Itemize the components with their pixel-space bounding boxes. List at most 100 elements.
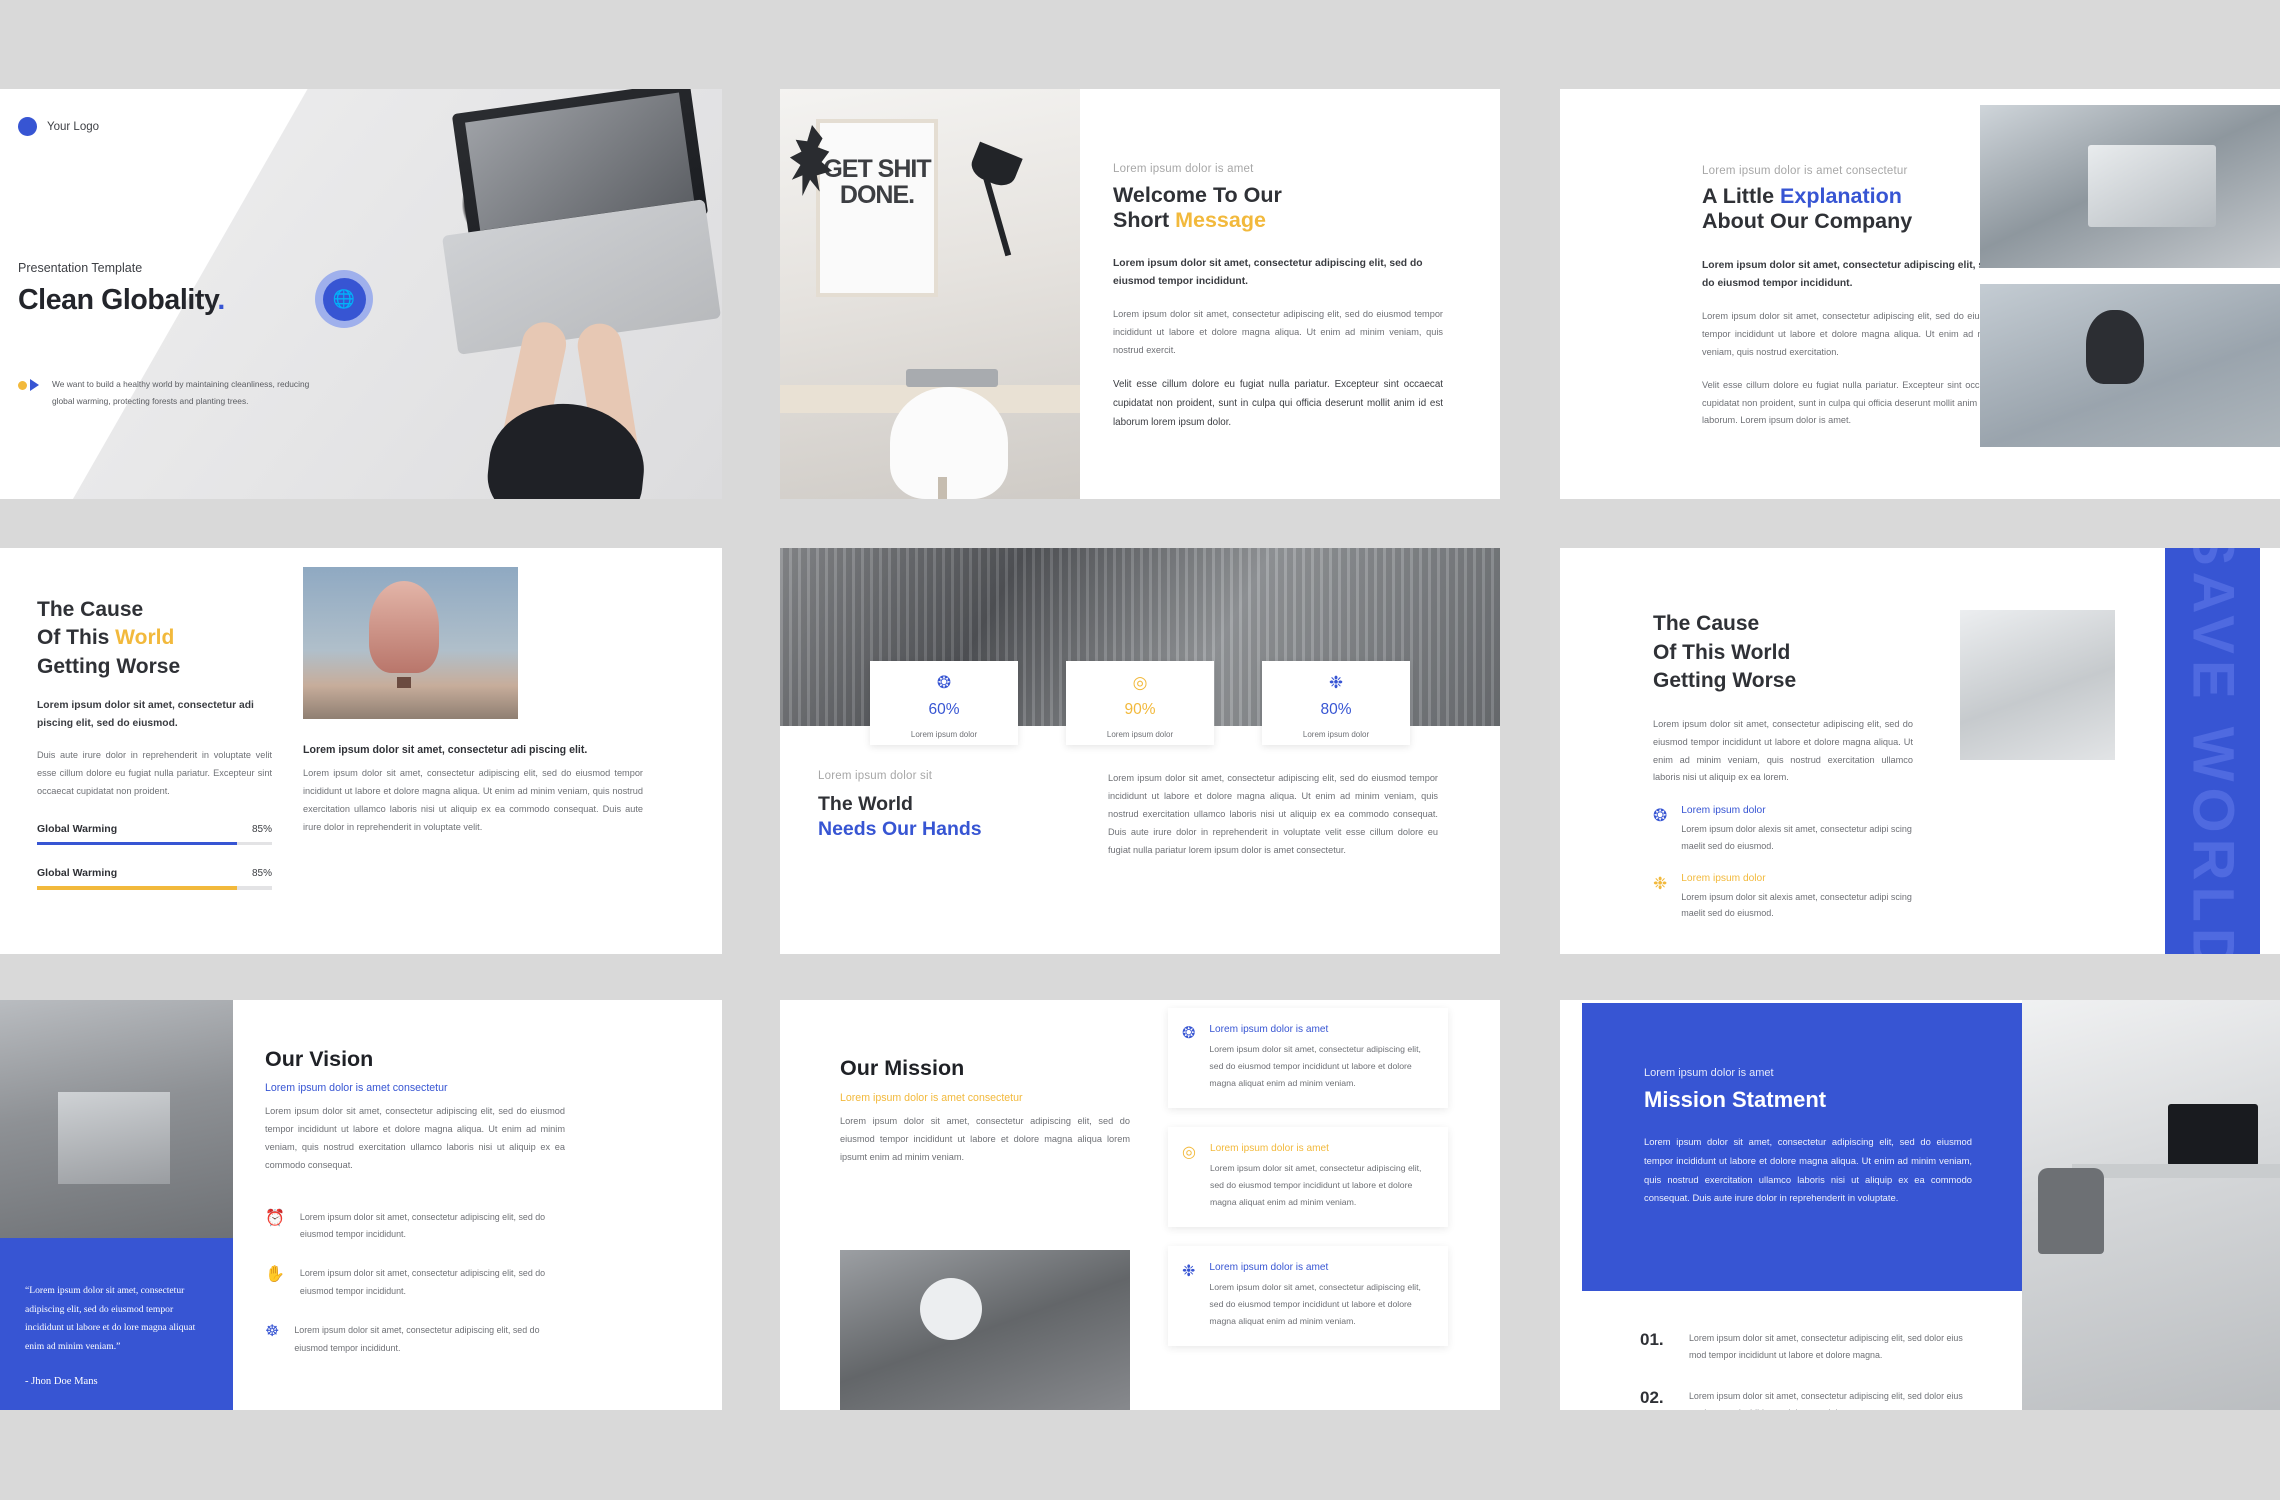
slide4-title-line3: Getting Worse	[37, 654, 181, 678]
slide2-lead: Lorem ipsum dolor sit amet, consectetur …	[1113, 257, 1423, 287]
slide2-title-line1: Welcome To Our	[1113, 183, 1282, 207]
slide-3-explanation[interactable]: Lorem ipsum dolor is amet consectetur A …	[1560, 89, 2280, 499]
group-icon: ☸	[265, 1323, 280, 1341]
progress-fill-2	[37, 886, 237, 890]
slide-2-welcome[interactable]: GET SHIT DONE. Lorem ipsum dolor is amet…	[780, 89, 1500, 499]
slide6-feature-title: Lorem ipsum dolor	[1681, 872, 1766, 884]
slide9-para: Lorem ipsum dolor sit amet, consectetur …	[1644, 1136, 1972, 1204]
slide6-side-text: SAVE WORLD	[2172, 548, 2254, 954]
slide8-left: Our Mission Lorem ipsum dolor is amet co…	[840, 1056, 1130, 1167]
list-text: Lorem ipsum dolor sit amet, consectetur …	[1689, 1390, 1963, 1410]
feature-card[interactable]: ❂ Lorem ipsum dolor is amet Lorem ipsum …	[1168, 1008, 1448, 1108]
slide7-quote-panel: “Lorem ipsum dolor sit amet, consectetur…	[0, 1238, 233, 1410]
slide4-photo-balloon	[303, 567, 518, 719]
slide7-right: Our Vision Lorem ipsum dolor is amet con…	[265, 1047, 565, 1357]
stat-card[interactable]: ❉ 80% Lorem ipsum dolor	[1262, 661, 1410, 745]
slide7-item-text: Lorem ipsum dolor sit amet, consectetur …	[299, 1268, 546, 1296]
progress-fill-1	[37, 841, 237, 846]
hand-icon: ✋	[265, 1266, 285, 1284]
slide9-photo-workspace	[2022, 1000, 2280, 1410]
feature-card[interactable]: ❉ Lorem ipsum dolor is amet Lorem ipsum …	[1168, 1245, 1448, 1346]
slide6-title-line2: Of This World	[1653, 640, 1791, 664]
slide3-photo-bottom	[1980, 284, 2280, 447]
slide8-title: Our Mission	[840, 1056, 965, 1080]
list-item: 02. Lorem ipsum dolor sit amet, consecte…	[1640, 1388, 1965, 1410]
list-item: 01. Lorem ipsum dolor sit amet, consecte…	[1640, 1330, 1965, 1365]
slide9-title: Mission Statment	[1644, 1087, 1827, 1112]
slide3-title-line2: About Our Company	[1702, 209, 1913, 234]
slide-5-needs-our-hands[interactable]: ❂ 60% Lorem ipsum dolor ◎ 90% Lorem ipsu…	[780, 548, 1500, 954]
slide3-lead: Lorem ipsum dolor sit amet, consectetur …	[1702, 259, 1997, 289]
slide-8-our-mission[interactable]: Our Mission Lorem ipsum dolor is amet co…	[780, 1000, 1500, 1410]
slide6-title-line1: The Cause	[1653, 612, 1760, 635]
globe-badge: 🌐	[315, 270, 373, 328]
slide-9-mission-statement[interactable]: Lorem ipsum dolor is amet Mission Statme…	[1560, 1000, 2280, 1410]
laptop-shape	[906, 369, 998, 387]
target-icon: ◎	[1182, 1143, 1196, 1161]
slide7-para: Lorem ipsum dolor sit amet, consectetur …	[265, 1106, 565, 1170]
logo[interactable]: Your Logo	[18, 117, 99, 136]
list-number: 02.	[1640, 1387, 1664, 1407]
feature-card-body: Lorem ipsum dolor sit amet, consectetur …	[1209, 1281, 1421, 1326]
slide4-right-para: Lorem ipsum dolor sit amet, consectetur …	[303, 768, 643, 832]
stat-caption: Lorem ipsum dolor	[1302, 730, 1370, 739]
slide6-photo-lounge	[1960, 610, 2115, 760]
slide2-photo: GET SHIT DONE.	[780, 89, 1080, 499]
slide5-stat-cards: ❂ 60% Lorem ipsum dolor ◎ 90% Lorem ipsu…	[780, 661, 1500, 745]
slide4-title-line1: The Cause	[37, 598, 144, 621]
slide-7-our-vision[interactable]: “Lorem ipsum dolor sit amet, consectetur…	[0, 1000, 722, 1410]
slide-4-cause[interactable]: The Cause Of This World Getting Worse Lo…	[0, 548, 722, 954]
bullet-marks	[18, 379, 39, 391]
stat-card[interactable]: ❂ 60% Lorem ipsum dolor	[870, 661, 1018, 745]
network-icon: ❉	[1182, 1262, 1196, 1280]
slide9-eyebrow: Lorem ipsum dolor is amet	[1644, 1067, 1774, 1079]
stat-value: 80%	[1320, 701, 1352, 718]
slide6-feature-body: Lorem ipsum dolor sit alexis amet, conse…	[1681, 891, 1912, 919]
slide3-title-accent: Explanation	[1780, 184, 1902, 208]
slide-6-cause-save-world[interactable]: SAVE WORLD The Cause Of This World Getti…	[1560, 548, 2280, 954]
slide2-title-line2-accent: Message	[1175, 208, 1266, 233]
stat-card[interactable]: ◎ 90% Lorem ipsum dolor	[1066, 661, 1214, 745]
slide3-photo-top	[1980, 105, 2280, 268]
slide7-quote-author: - Jhon Doe Mans	[25, 1375, 98, 1387]
save-world-text: SAVE WORLD	[2180, 548, 2246, 954]
slide1-footer: We want to build a healthy world by main…	[18, 376, 318, 410]
slide2-eyebrow: Lorem ipsum dolor is amet	[1113, 163, 1254, 175]
list-item: ✋ Lorem ipsum dolor sit amet, consectetu…	[265, 1265, 565, 1300]
slide1-title-dot: .	[217, 284, 225, 316]
progress-bar-1: Global Warming 85%	[37, 823, 272, 846]
slide1-footer-text: We want to build a healthy world by main…	[52, 379, 310, 407]
slide1-pretitle: Presentation Template	[18, 261, 143, 275]
feature-card-body: Lorem ipsum dolor sit amet, consectetur …	[1209, 1044, 1421, 1088]
slide6-title-line3: Getting Worse	[1653, 669, 1797, 693]
slide3-content: Lorem ipsum dolor is amet consectetur A …	[1702, 165, 2002, 430]
slide-1-cover[interactable]: Your Logo 🌐 Presentation Template Clean …	[0, 89, 722, 499]
compass-icon: ❂	[936, 673, 952, 692]
poster-frame: GET SHIT DONE.	[816, 119, 938, 297]
slide8-card-list: ❂ Lorem ipsum dolor is amet Lorem ipsum …	[1168, 1008, 1448, 1365]
slide4-right-title: Lorem ipsum dolor sit amet, consectetur …	[303, 744, 588, 756]
slide7-subtitle: Lorem ipsum dolor is amet consectetur	[265, 1082, 448, 1094]
slide1-title-text: Clean Globality	[18, 284, 218, 316]
lamp-arm-shape	[982, 175, 1012, 257]
slide3-title-plain: A Little	[1702, 184, 1781, 208]
chair-shape	[2038, 1168, 2104, 1254]
slide4-para: Duis aute irure dolor in reprehenderit i…	[37, 750, 272, 796]
feature-card[interactable]: ◎ Lorem ipsum dolor is amet Lorem ipsum …	[1168, 1126, 1448, 1227]
lamp-head-shape	[967, 141, 1023, 191]
progress-track-1	[37, 841, 272, 846]
slide2-para2: Velit esse cillum dolore eu fugiat nulla…	[1113, 378, 1443, 428]
slide6-title: The Cause Of This World Getting Worse	[1653, 610, 1913, 696]
slide2-content: Lorem ipsum dolor is amet Welcome To Our…	[1113, 163, 1443, 432]
slide9-blue-panel: Lorem ipsum dolor is amet Mission Statme…	[1582, 1003, 2022, 1291]
slide4-title: The Cause Of This World Getting Worse	[37, 596, 272, 681]
slide4-title-line2-plain: Of This	[37, 626, 116, 650]
aperture-icon: ❂	[1653, 806, 1668, 826]
slide2-title: Welcome To Our Short Message	[1113, 183, 1443, 234]
progress-bar-2: Global Warming 85%	[37, 867, 272, 890]
slide5-heading-block: Lorem ipsum dolor sit The World Needs Ou…	[818, 770, 1068, 860]
stat-value: 90%	[1124, 701, 1156, 718]
slide-deck-board: Your Logo 🌐 Presentation Template Clean …	[0, 0, 2280, 1500]
chair-shape	[890, 387, 1008, 499]
network-icon: ❉	[1328, 673, 1344, 692]
